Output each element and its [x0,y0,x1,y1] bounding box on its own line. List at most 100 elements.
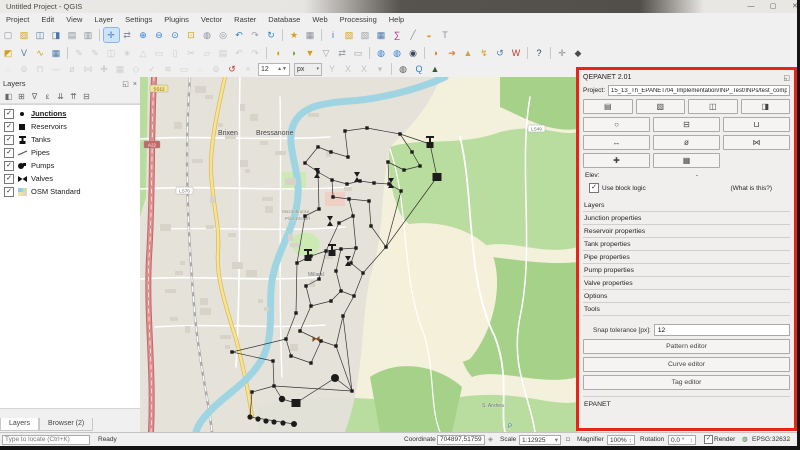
current-edits-icon[interactable]: ✎ [72,46,87,60]
change-label-icon[interactable]: ▭ [351,46,366,60]
temporal-controller-icon[interactable]: ▦ [49,46,64,60]
coordinate-field[interactable] [437,435,485,445]
filter-by-expression-icon[interactable]: ε [41,92,54,101]
menu-edit[interactable]: Edit [35,15,60,24]
section-junction-properties[interactable]: Junction properties [583,212,790,225]
cut-features-icon[interactable]: ✂ [184,46,199,60]
digitize-with-curve-icon[interactable]: ∿ [33,46,48,60]
pan-map-icon[interactable]: ✛ [104,28,119,42]
layout-manager-icon[interactable]: ▥ [81,28,96,42]
deselect-features-icon[interactable]: ▧ [358,28,373,42]
open-attribute-table-icon[interactable]: ▦ [374,28,389,42]
maximize-button[interactable]: ▢ [764,1,782,12]
coordinate-capture-icon[interactable]: ✛ [555,46,570,60]
paste-features-icon[interactable]: ▤ [216,46,231,60]
extents-icon[interactable]: ◈ [488,435,493,445]
messages-icon[interactable]: ◖ [787,435,791,445]
snap-tolerance-field[interactable] [654,324,790,336]
menu-view[interactable]: View [60,15,88,24]
qepanet-check-tool-icon[interactable]: ✓ [145,62,160,76]
collapse-all-icon[interactable]: ⇈ [67,92,80,101]
geonode-browser-icon[interactable]: ◉ [406,46,421,60]
qepanet-curve-tool-icon[interactable]: ⊚ [209,62,224,76]
section-tank-properties[interactable]: Tank properties [583,238,790,251]
select-features-icon[interactable]: ▧ [342,28,357,42]
open-layer-styling-icon[interactable]: ◧ [2,92,15,101]
project-path-field[interactable] [608,85,790,96]
vertex-distance-spin[interactable]: 12▲▼ [258,63,290,76]
menu-plugins[interactable]: Plugins [158,15,195,24]
unit-combo[interactable]: px▾ [294,63,322,76]
highlight-pinned-labels-icon[interactable]: ▽ [319,46,334,60]
layer-item-pumps[interactable]: ✓Pumps [0,159,140,172]
add-group-icon[interactable]: ⊞ [15,92,28,101]
open-inp-button[interactable]: ▧ [636,99,686,114]
locator-input[interactable] [2,435,90,445]
new-spatial-bookmark-icon[interactable]: ★ [287,28,302,42]
map-canvas[interactable]: A22SS12LS49LS76BrixenBressanoneMozartbrü… [140,77,578,432]
qepanet-options-tool-icon[interactable]: ▭ [177,62,192,76]
crs-globe-icon[interactable]: ◍ [742,435,748,445]
refresh-map-icon[interactable]: ↻ [264,28,279,42]
layer-item-pipes[interactable]: ✓Pipes [0,146,140,159]
menu-project[interactable]: Project [0,15,35,24]
dock-float-icon[interactable]: ◱ [783,74,790,82]
zoom-native-icon[interactable]: ⊙ [168,28,183,42]
qepanet-flow-tool-icon[interactable]: ≋ [161,62,176,76]
what-is-this-link[interactable]: (What is this?) [730,185,772,192]
qepanet-junction-tool-icon[interactable]: ◌ [1,62,16,76]
osm-place-search-icon[interactable]: W [509,46,524,60]
layer-checkbox[interactable]: ✓ [4,174,14,184]
minimize-button[interactable]: — [742,1,760,12]
add-pipe-button[interactable]: ↔ [583,135,650,150]
leaf-plugin-icon[interactable]: ▲ [428,62,443,76]
zoom-to-selection-icon[interactable]: ◍ [200,28,215,42]
add-junction-button[interactable]: ○ [583,117,650,132]
metasearch-icon[interactable]: ◍ [374,46,389,60]
layer-checkbox[interactable]: ✓ [4,109,14,119]
section-tools[interactable]: Tools [583,303,790,316]
move-label-icon[interactable]: ⇄ [335,46,350,60]
dock-close-icon[interactable]: × [133,81,137,88]
zoom-to-layer-icon[interactable]: ◎ [216,28,231,42]
snap-indicator-icon[interactable]: + [241,62,256,76]
layer-item-osm-standard[interactable]: ✓OSM Standard [0,185,140,198]
plugin-reloader-icon[interactable]: ↺ [493,46,508,60]
add-pump-button[interactable]: ø [653,135,720,150]
new-inp-button[interactable]: ▤ [583,99,633,114]
toggle-editing-icon[interactable]: ✎ [88,46,103,60]
qepanet-pattern-tool-icon[interactable]: ◌ [193,62,208,76]
layer-checkbox[interactable]: ✓ [4,148,14,158]
add-valve-button[interactable]: ⋈ [723,135,790,150]
show-bookmarks-icon[interactable]: ▦ [303,28,318,42]
layer-item-reservoirs[interactable]: ✓Reservoirs [0,120,140,133]
dock-tab-browser-2-[interactable]: Browser (2) [39,418,93,431]
qepanet-pump-tool-icon[interactable]: ø [65,62,80,76]
dsm-tool-icon[interactable]: ▲ [461,46,476,60]
dock-tab-layers[interactable]: Layers [0,418,39,431]
save-inp-button[interactable]: ◫ [688,99,738,114]
snapping-dropdown-icon[interactable]: ▾ [373,62,388,76]
globe-plugin-icon[interactable]: ◍ [396,62,411,76]
snapping-tool-2-icon[interactable]: X [341,62,356,76]
layer-diagram-icon[interactable]: ◗ [287,46,302,60]
osm-download-icon[interactable]: ◗ [429,46,444,60]
undo-icon[interactable]: ↶ [232,46,247,60]
save-project-as-icon[interactable]: ◨ [49,28,64,42]
section-epanet[interactable]: EPANET [583,396,790,408]
zoom-out-icon[interactable]: ⊖ [152,28,167,42]
statistical-summary-icon[interactable]: ∑ [390,28,405,42]
menu-vector[interactable]: Vector [195,15,228,24]
section-valve-properties[interactable]: Valve properties [583,277,790,290]
menu-database[interactable]: Database [262,15,306,24]
add-tank-button[interactable]: ⊔ [723,117,790,132]
menu-raster[interactable]: Raster [228,15,262,24]
open-project-icon[interactable]: ▨ [17,28,32,42]
magnifier-spin[interactable]: 100%↕ [607,435,635,445]
use-block-logic-checkbox[interactable]: ✓ [589,183,599,193]
quick-map-services-icon[interactable]: ↯ [477,46,492,60]
section-layers[interactable]: Layers [583,199,790,212]
section-options[interactable]: Options [583,290,790,303]
menu-help[interactable]: Help [383,15,410,24]
menu-settings[interactable]: Settings [119,15,158,24]
